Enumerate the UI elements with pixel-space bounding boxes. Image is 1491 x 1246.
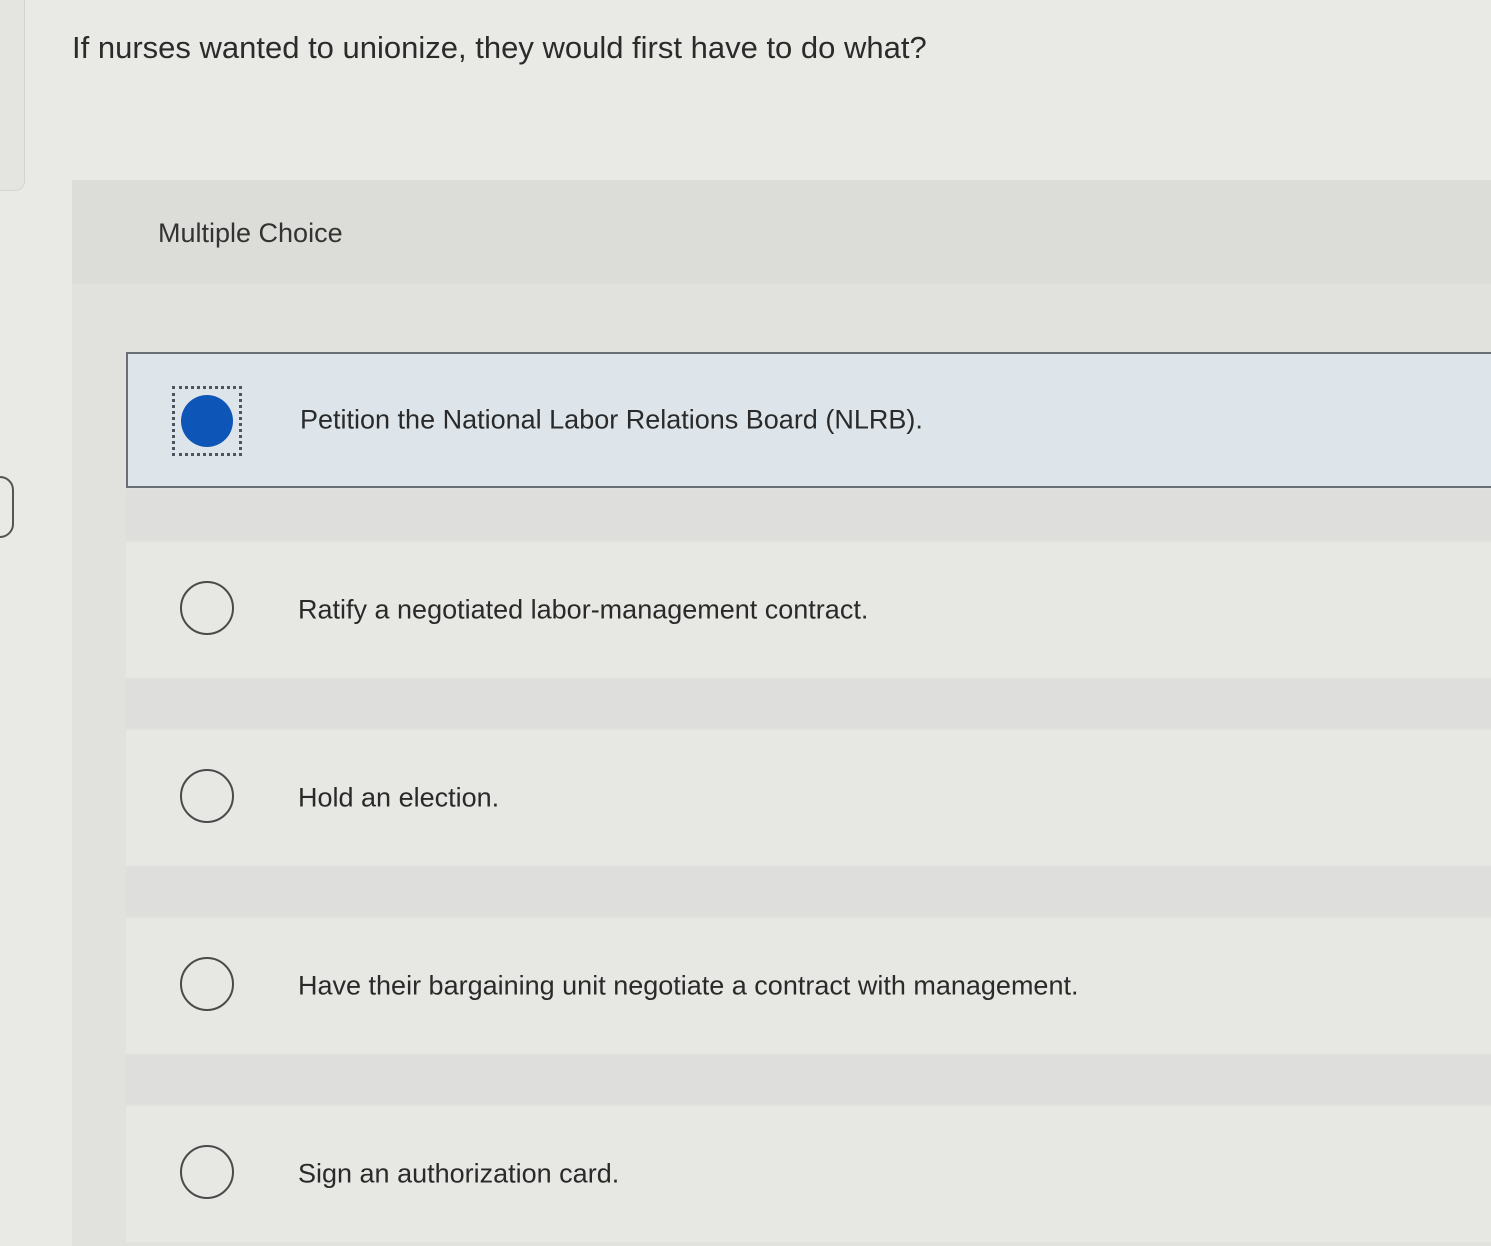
option-label: Sign an authorization card. <box>298 1158 620 1189</box>
radio-button[interactable] <box>180 957 234 1011</box>
radio-button[interactable] <box>180 1145 234 1199</box>
radio-button[interactable] <box>180 769 234 823</box>
question-text: If nurses wanted to unionize, they would… <box>72 30 927 65</box>
option-separator <box>126 490 1491 540</box>
side-tab-handle[interactable] <box>0 476 14 538</box>
radio-button-selected[interactable] <box>172 386 242 456</box>
question-type-label: Multiple Choice <box>158 218 343 248</box>
option-label: Petition the National Labor Relations Bo… <box>300 404 923 435</box>
selected-radio-dot-icon <box>181 395 233 447</box>
previous-panel-edge <box>0 0 25 191</box>
option-label: Hold an election. <box>298 782 500 813</box>
option-separator <box>126 1054 1491 1104</box>
option-e[interactable]: Sign an authorization card. <box>126 1106 1491 1242</box>
option-label: Have their bargaining unit negotiate a c… <box>298 970 1079 1001</box>
option-label: Ratify a negotiated labor-management con… <box>298 594 869 625</box>
option-a[interactable]: Petition the National Labor Relations Bo… <box>126 352 1491 488</box>
radio-button[interactable] <box>180 581 234 635</box>
option-d[interactable]: Have their bargaining unit negotiate a c… <box>126 918 1491 1054</box>
answer-panel: Multiple Choice Petition the National La… <box>72 180 1491 1246</box>
option-separator <box>126 866 1491 916</box>
panel-header: Multiple Choice <box>72 180 1491 284</box>
option-c[interactable]: Hold an election. <box>126 730 1491 866</box>
option-separator <box>126 678 1491 728</box>
option-b[interactable]: Ratify a negotiated labor-management con… <box>126 542 1491 678</box>
